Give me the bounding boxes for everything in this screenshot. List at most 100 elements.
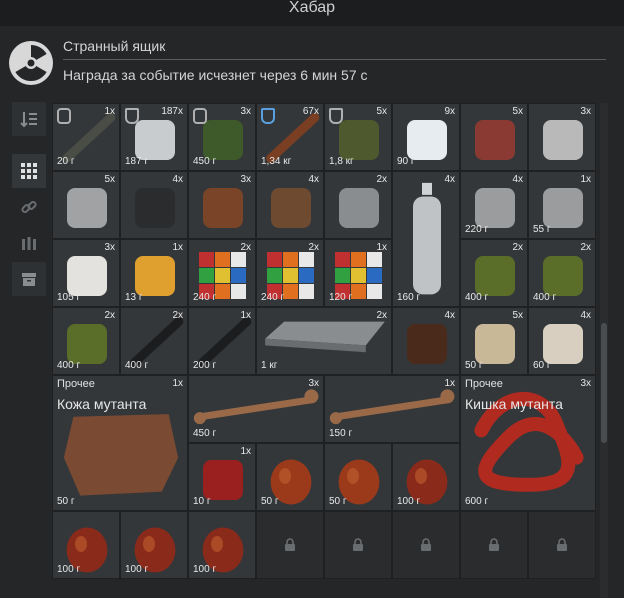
scrollbar[interactable] — [600, 103, 608, 598]
item-quantity: 3x — [240, 174, 251, 185]
link-badge-icon — [193, 108, 207, 124]
inventory-item[interactable]: 4x 220 г — [460, 171, 528, 239]
inventory-item[interactable]: 100 г — [188, 511, 256, 579]
box-filter-button[interactable] — [12, 262, 46, 296]
item-quantity: 1x — [444, 378, 455, 389]
container-header: Странный ящик Награда за событие исчезне… — [8, 34, 618, 94]
item-weight: 1,34 кг — [261, 156, 292, 167]
item-quantity: 2x — [376, 310, 387, 321]
locked-slot — [256, 511, 324, 579]
item-quantity: 2x — [376, 174, 387, 185]
item-weight: 13 г — [125, 292, 143, 303]
scrollbar-thumb[interactable] — [601, 323, 607, 443]
inventory-item[interactable]: 4x 60 г — [528, 307, 596, 375]
item-quantity: 2x — [580, 242, 591, 253]
inventory-item[interactable]: 2x 400 г — [52, 307, 120, 375]
inventory-item[interactable]: 5x 50 г — [460, 307, 528, 375]
container-name: Странный ящик — [63, 38, 166, 54]
item-weight: 10 г — [193, 496, 211, 507]
inventory-item[interactable]: 1x 13 г — [120, 239, 188, 307]
inventory-item[interactable]: 5x — [52, 171, 120, 239]
event-timer: Награда за событие исчезнет через 6 мин … — [63, 67, 368, 83]
item-quantity: 4x — [512, 174, 523, 185]
item-weight: 50 г — [261, 496, 279, 507]
locked-slot — [324, 511, 392, 579]
link-filter-button[interactable] — [12, 190, 46, 224]
inventory-item[interactable]: 2x — [324, 171, 392, 239]
header-divider — [63, 59, 606, 60]
inventory-item[interactable]: 1x 10 г — [188, 443, 256, 511]
lock-icon — [557, 538, 567, 551]
ammo-filter-button[interactable] — [12, 226, 46, 260]
item-quantity: 187x — [161, 106, 183, 117]
inventory-item[interactable]: 3x — [188, 171, 256, 239]
item-name: Кожа мутанта — [57, 396, 147, 412]
item-quantity: 5x — [104, 174, 115, 185]
inventory-item[interactable]: 50 г — [324, 443, 392, 511]
inventory-item[interactable]: 50 г — [256, 443, 324, 511]
item-quantity: 3x — [308, 378, 319, 389]
inventory-item[interactable]: 2x 240 г — [256, 239, 324, 307]
item-quantity: 9x — [444, 106, 455, 117]
link-badge-icon — [57, 108, 71, 124]
item-weight: 200 г — [193, 360, 217, 371]
inventory-item[interactable]: 3x — [528, 103, 596, 171]
locked-slot — [528, 511, 596, 579]
inventory-item[interactable]: 9x 90 г — [392, 103, 460, 171]
inventory-item[interactable]: 4x — [256, 171, 324, 239]
item-quantity: 1x — [580, 174, 591, 185]
inventory-item[interactable]: 2x 240 г — [188, 239, 256, 307]
inventory-item[interactable]: 1x 20 г — [52, 103, 120, 171]
inventory-item[interactable]: 5x — [460, 103, 528, 171]
inventory-item[interactable]: 1x 50 г Прочее Кожа мутанта — [52, 375, 188, 511]
inventory-item[interactable]: 2x 400 г — [460, 239, 528, 307]
item-weight: 160 г — [397, 292, 421, 303]
item-weight: 50 г — [329, 496, 347, 507]
inventory-item[interactable]: 3x 105 г — [52, 239, 120, 307]
inventory-item[interactable]: 4x 160 г — [392, 171, 460, 307]
item-weight: 55 г — [533, 224, 551, 235]
grid-view-button[interactable] — [12, 154, 46, 188]
item-quantity: 3x — [580, 106, 591, 117]
window-title: Хабар — [288, 0, 336, 16]
item-weight: 50 г — [465, 360, 483, 371]
item-quantity: 1x — [104, 106, 115, 117]
lock-icon — [353, 538, 363, 551]
item-weight: 90 г — [397, 156, 415, 167]
shield-badge-icon — [125, 108, 139, 124]
shield-fire-badge-icon — [329, 108, 343, 124]
inventory-grid: 1x 20 г 187x 187 г 3x 450 г 67x 1,34 кг 5x 1,8 кг… — [52, 103, 596, 598]
inventory-item[interactable]: 1x 200 г — [188, 307, 256, 375]
item-quantity: 67x — [302, 106, 319, 117]
grid-icon — [21, 163, 37, 179]
item-quantity: 3x — [240, 106, 251, 117]
inventory-item[interactable]: 187x 187 г — [120, 103, 188, 171]
inventory-item[interactable]: 2x 400 г — [528, 239, 596, 307]
inventory-item[interactable]: 100 г — [120, 511, 188, 579]
inventory-item[interactable]: 4x — [392, 307, 460, 375]
sort-icon — [20, 112, 37, 128]
inventory-item[interactable]: 100 г — [392, 443, 460, 511]
item-quantity: 1x — [376, 242, 387, 253]
inventory-item[interactable]: 1x 55 г — [528, 171, 596, 239]
item-category: Прочее — [57, 378, 95, 390]
inventory-item[interactable]: 2x 400 г — [120, 307, 188, 375]
inventory-item[interactable]: 3x 600 г Прочее Кишка мутанта — [460, 375, 596, 511]
inventory-item[interactable]: 2x 1 кг — [256, 307, 392, 375]
inventory-item[interactable]: 4x — [120, 171, 188, 239]
item-quantity: 4x — [580, 310, 591, 321]
inventory-item[interactable]: 1x 120 г — [324, 239, 392, 307]
inventory-item[interactable]: 3x 450 г — [188, 103, 256, 171]
item-quantity: 2x — [240, 242, 251, 253]
inventory-item[interactable]: 67x 1,34 кг — [256, 103, 324, 171]
item-weight: 450 г — [193, 156, 217, 167]
item-weight: 400 г — [57, 360, 81, 371]
inventory-item[interactable]: 3x 450 г — [188, 375, 324, 443]
inventory-item[interactable]: 1x 150 г — [324, 375, 460, 443]
sort-button[interactable] — [12, 102, 46, 136]
item-weight: 240 г — [261, 292, 285, 303]
inventory-item[interactable]: 5x 1,8 кг — [324, 103, 392, 171]
plastic-bottle-icon — [413, 182, 441, 295]
inventory-item[interactable]: 100 г — [52, 511, 120, 579]
item-weight: 240 г — [193, 292, 217, 303]
